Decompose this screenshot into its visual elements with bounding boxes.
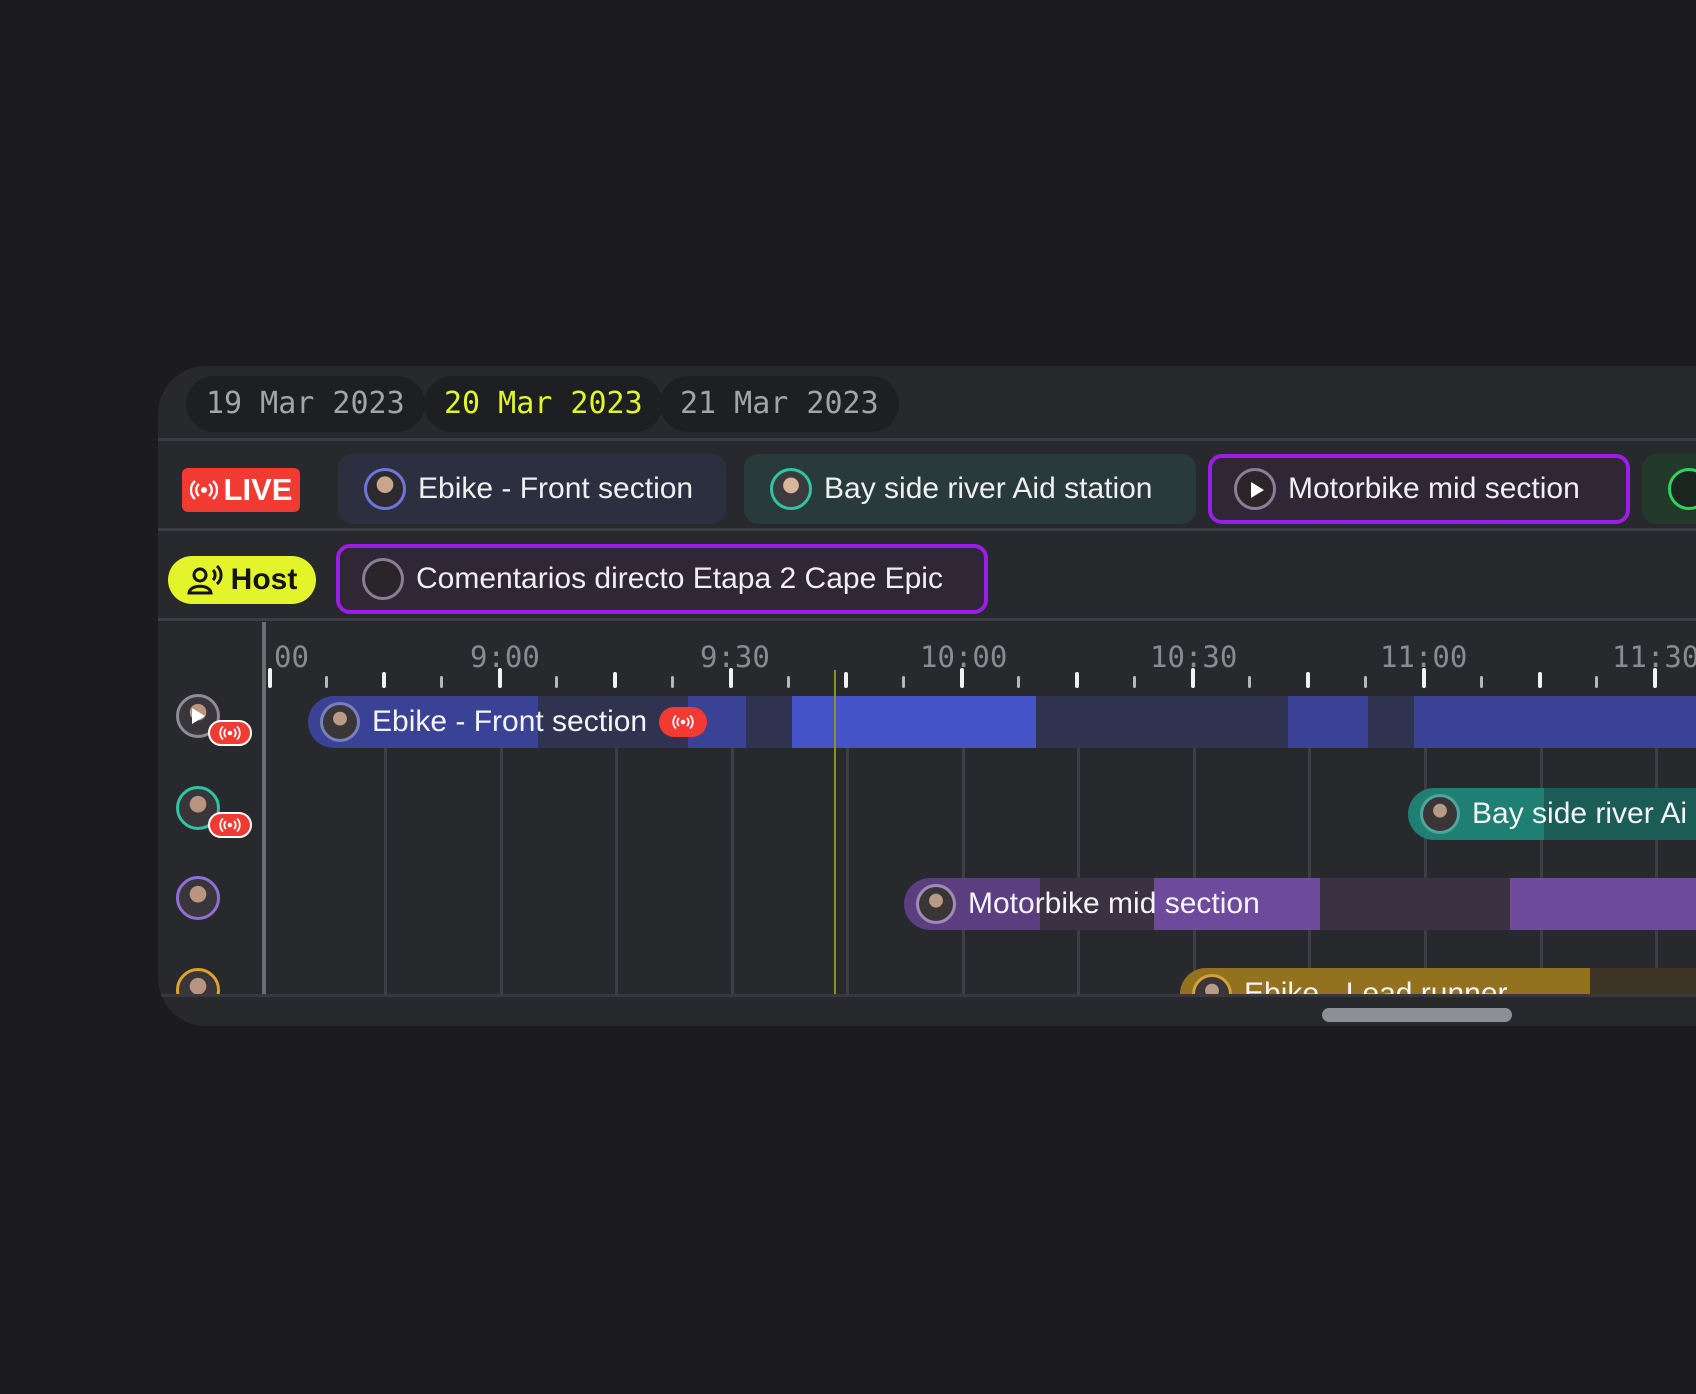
date-tab-20-mar[interactable]: 20 Mar 2023: [424, 376, 663, 432]
track-bar-ebike-lead[interactable]: Ebike - Lead runner: [1182, 968, 1508, 994]
stream-chip-ebike-front[interactable]: Ebike - Front section: [338, 454, 726, 524]
date-tab-19-mar[interactable]: 19 Mar 2023: [186, 376, 425, 432]
broadcast-icon: [189, 480, 218, 500]
host-badge-label: Host: [230, 563, 298, 596]
current-time-indicator: [834, 670, 836, 994]
divider: [158, 618, 1696, 621]
date-tab-21-mar[interactable]: 21 Mar 2023: [660, 376, 899, 432]
stream-chip-label: Ebike - Front section: [418, 472, 694, 505]
stream-chip-label: Comentarios directo Etapa 2 Cape Epic: [416, 562, 943, 595]
avatar: [362, 558, 404, 600]
stream-chip-label: Bay side river Aid station: [824, 472, 1153, 505]
avatar: [364, 468, 406, 510]
track-ebike-lead: Ebike - Lead runner: [158, 622, 1696, 994]
avatar: [1192, 974, 1232, 994]
segment[interactable]: [1590, 968, 1696, 994]
schedule-panel: 19 Mar 2023 20 Mar 2023 21 Mar 2023 LIVE…: [158, 366, 1696, 1026]
avatar: [1234, 468, 1276, 510]
live-streams-row: LIVE Ebike - Front section Bay side rive…: [158, 440, 1696, 528]
avatar: [1668, 468, 1696, 510]
live-badge-label: LIVE: [223, 472, 293, 507]
play-icon: [1251, 482, 1264, 498]
stream-chip-bay-side[interactable]: Bay side river Aid station: [744, 454, 1196, 524]
host-speaker-icon: [186, 565, 223, 595]
stream-chip-motorbike-mid[interactable]: Motorbike mid section: [1208, 454, 1630, 524]
stream-chip-comentarios[interactable]: Comentarios directo Etapa 2 Cape Epic: [336, 544, 988, 614]
stream-chip-partial[interactable]: [1642, 454, 1696, 524]
host-streams-row: Host Comentarios directo Etapa 2 Cape Ep…: [158, 530, 1696, 618]
avatar: [770, 468, 812, 510]
track-label: Ebike - Lead runner: [1244, 977, 1508, 994]
track-avatar[interactable]: [176, 968, 220, 994]
timeline-bottom-border: [158, 994, 1696, 997]
date-tabs: 19 Mar 2023 20 Mar 2023 21 Mar 2023: [158, 366, 1696, 438]
stream-chip-label: Motorbike mid section: [1288, 472, 1580, 505]
live-badge: LIVE: [182, 468, 300, 512]
timeline: 00 9:00 9:30 10:00 10:30 11:00 11:30 Ebi…: [158, 622, 1696, 1026]
host-badge: Host: [168, 556, 316, 604]
horizontal-scrollbar[interactable]: [1322, 1008, 1512, 1022]
